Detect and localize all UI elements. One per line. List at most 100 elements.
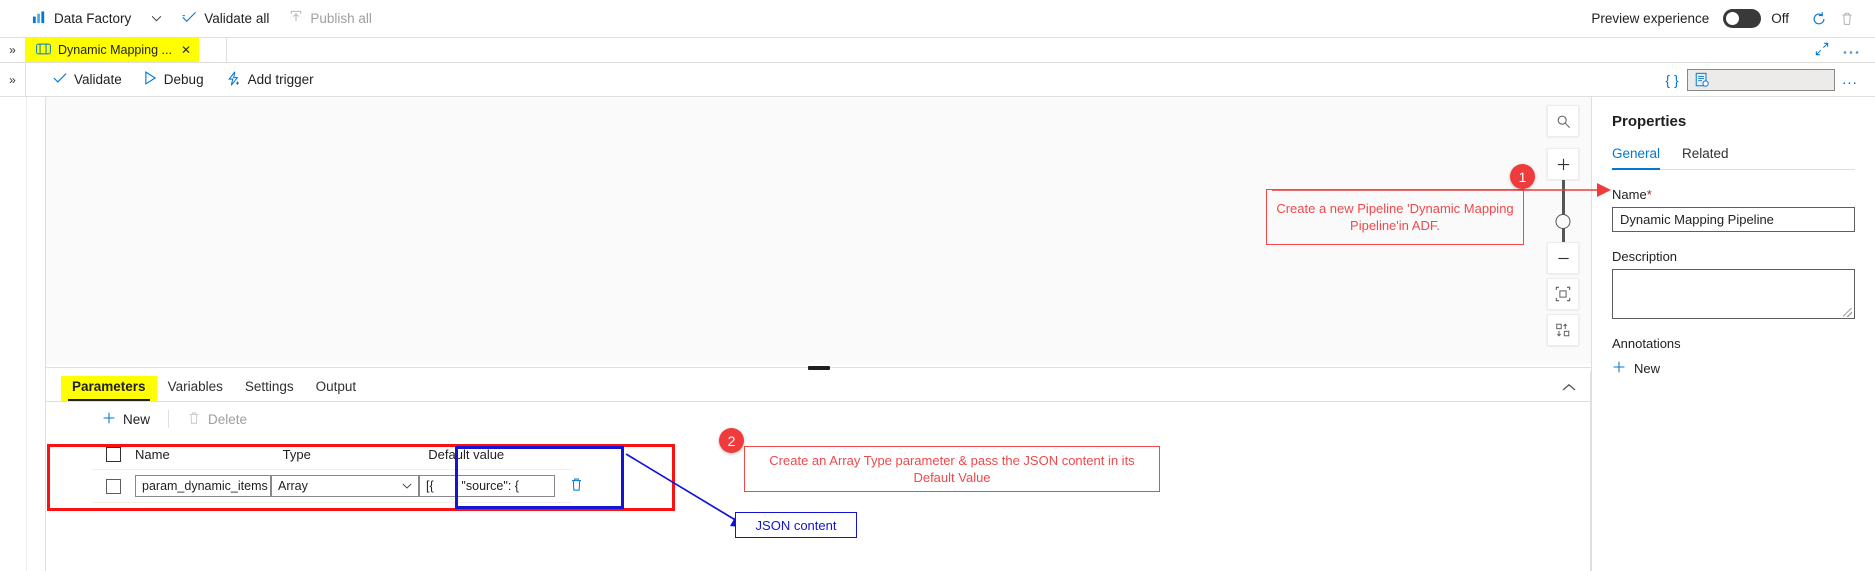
zoom-slider-thumb[interactable]	[1555, 214, 1571, 229]
validate-all-label: Validate all	[204, 11, 270, 26]
textarea-resize-handle[interactable]	[1843, 308, 1852, 317]
json-document-icon[interactable]	[1687, 68, 1835, 91]
delete-parameter-button[interactable]: Delete	[179, 407, 255, 432]
plus-icon	[102, 411, 116, 428]
data-factory-service-button[interactable]: Data Factory	[22, 6, 141, 32]
preview-experience-toggle[interactable]	[1723, 9, 1762, 28]
left-rail-expand-button[interactable]: »	[0, 38, 26, 62]
tab-variables[interactable]: Variables	[157, 376, 234, 401]
top-command-bar-left: Data Factory Validate all Publish all	[0, 6, 382, 32]
debug-label: Debug	[163, 72, 204, 87]
tab-related[interactable]: Related	[1682, 146, 1729, 169]
pipeline-action-bar: » Validate Debug Add trigger {} ...	[0, 63, 1875, 97]
preview-experience-label: Preview experience	[1591, 11, 1710, 26]
tab-dynamic-mapping-pipeline[interactable]: Dynamic Mapping ... ✕	[26, 38, 199, 62]
annotation-new-label: New	[1634, 361, 1661, 376]
service-chevron-down-icon[interactable]	[141, 9, 172, 29]
add-trigger-label: Add trigger	[247, 72, 314, 87]
new-parameter-button[interactable]: New	[94, 407, 158, 432]
left-activity-rail	[0, 97, 46, 571]
validate-all-button[interactable]: Validate all	[172, 7, 279, 31]
parameter-default-value-input[interactable]: [{ "source": {	[419, 475, 555, 497]
tab-label: Dynamic Mapping ...	[58, 43, 172, 57]
fit-to-screen-icon[interactable]	[1547, 278, 1579, 310]
table-row: param_dynamic_items Array [{ "source": {	[92, 470, 581, 503]
plus-icon	[1612, 360, 1626, 377]
expand-diagonal-icon[interactable]	[1815, 42, 1829, 59]
pipeline-canvas[interactable]	[46, 97, 1591, 365]
tab-output[interactable]: Output	[305, 376, 368, 401]
parameter-type-select[interactable]: Array	[271, 475, 419, 497]
pipeline-description-textarea[interactable]	[1612, 269, 1855, 319]
tab-general[interactable]: General	[1612, 146, 1661, 170]
more-glyph: ...	[1842, 71, 1858, 88]
trash-icon	[187, 411, 201, 428]
select-all-checkbox[interactable]	[106, 446, 121, 462]
more-ellipsis-icon[interactable]: ...	[1835, 67, 1865, 93]
toggle-knob	[1726, 12, 1740, 25]
zoom-out-button[interactable]	[1547, 242, 1579, 274]
code-braces-icon[interactable]: { }	[1657, 67, 1687, 93]
column-header-default-value: Default value	[428, 446, 505, 462]
close-icon[interactable]: ✕	[181, 43, 191, 57]
add-trigger-button[interactable]: Add trigger	[217, 67, 323, 93]
cell-default-value: [{ "source": {	[419, 475, 555, 497]
lightning-bolt-icon	[226, 70, 241, 89]
auto-layout-icon[interactable]	[1547, 314, 1579, 346]
delete-label: Delete	[208, 411, 248, 427]
data-factory-pipeline-editor: Data Factory Validate all Publish all Pr…	[0, 0, 1875, 571]
magnifier-icon[interactable]	[1547, 105, 1579, 137]
data-factory-label: Data Factory	[54, 11, 132, 26]
parameters-grid: Name Type Default value param_dynamic_it…	[92, 439, 581, 503]
chevron-up-icon[interactable]	[1562, 381, 1576, 395]
tab-parameters[interactable]: Parameters	[61, 376, 157, 401]
refresh-icon[interactable]	[1805, 5, 1833, 33]
publish-all-button[interactable]: Publish all	[279, 6, 382, 31]
splitter-grip[interactable]	[807, 365, 830, 370]
row-select-checkbox[interactable]	[106, 478, 121, 494]
cell-name: param_dynamic_items	[135, 475, 271, 497]
action-bar-items: Validate Debug Add trigger	[26, 67, 323, 93]
top-command-bar: Data Factory Validate all Publish all Pr…	[0, 0, 1875, 38]
data-factory-icon	[32, 10, 47, 28]
top-command-bar-right: Preview experience Off	[1591, 5, 1875, 33]
bottom-panel-tabs: Parameters Variables Settings Output	[46, 371, 1590, 402]
zoom-slider[interactable]	[1555, 180, 1571, 242]
panel-splitter[interactable]	[46, 364, 1591, 371]
new-label: New	[123, 411, 151, 427]
action-bar-expand-button[interactable]: »	[0, 63, 26, 96]
trash-icon[interactable]	[1833, 5, 1861, 33]
column-header-name: Name	[135, 446, 170, 462]
pipeline-bottom-panel: Parameters Variables Settings Output New	[46, 371, 1591, 571]
validate-label: Validate	[74, 72, 122, 87]
debug-button[interactable]: Debug	[135, 67, 213, 92]
parameter-type-value: Array	[278, 479, 308, 493]
name-label-text: Name	[1612, 187, 1647, 202]
description-field-label: Description	[1612, 249, 1678, 264]
pipeline-tab-strip: » Dynamic Mapping ... ✕	[0, 38, 1875, 63]
name-field-label: Name*	[1612, 187, 1855, 202]
cell-type: Array	[271, 475, 419, 497]
parameters-grid-header: Name Type Default value	[92, 439, 572, 470]
publish-all-label: Publish all	[310, 11, 372, 26]
rail-divider	[26, 97, 27, 571]
play-triangle-icon	[144, 71, 157, 88]
column-header-type: Type	[282, 446, 311, 462]
add-annotation-button[interactable]: New	[1612, 360, 1855, 377]
parameters-toolbar: New Delete	[46, 402, 1590, 436]
chevron-down-icon	[402, 481, 412, 491]
code-braces-glyph: { }	[1665, 71, 1679, 88]
properties-tabs: General Related	[1612, 146, 1855, 170]
ellipsis-icon[interactable]	[1843, 43, 1859, 58]
zoom-in-button[interactable]	[1547, 148, 1579, 180]
tab-strip-spacer	[199, 38, 227, 62]
annotations-label: Annotations	[1612, 336, 1681, 351]
parameter-name-input[interactable]: param_dynamic_items	[135, 475, 271, 497]
tab-settings[interactable]: Settings	[234, 376, 305, 401]
check-icon	[53, 72, 67, 87]
action-bar-right-icons: { } ...	[1657, 67, 1875, 93]
tab-strip-actions	[1815, 38, 1875, 62]
validate-button[interactable]: Validate	[44, 68, 131, 91]
row-delete-icon[interactable]	[569, 477, 584, 495]
pipeline-name-input[interactable]: Dynamic Mapping Pipeline	[1612, 207, 1855, 232]
